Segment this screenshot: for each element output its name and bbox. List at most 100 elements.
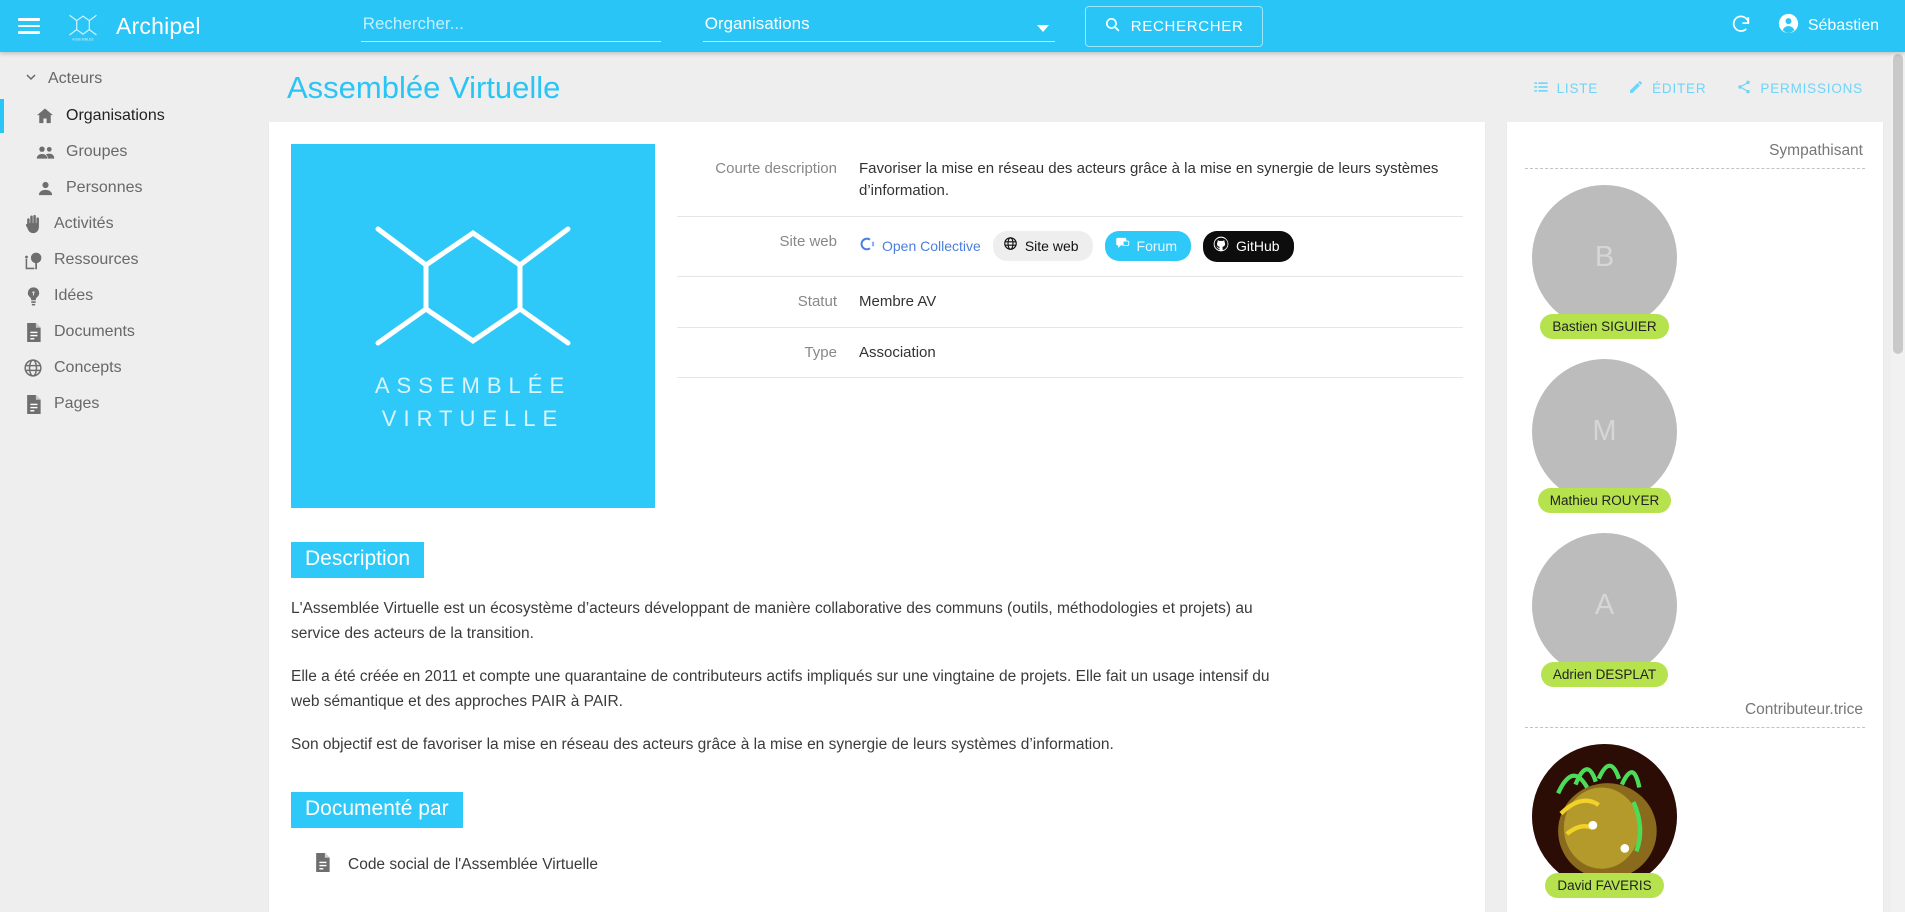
appbar-right-cluster: Sébastien bbox=[1730, 13, 1879, 40]
link-label: Site web bbox=[1024, 238, 1079, 254]
top-app-bar: ASSEMBLEE Archipel Organisations RECHERC… bbox=[0, 0, 1905, 52]
account-circle-icon bbox=[1778, 13, 1799, 39]
sidebar-group-acteurs[interactable]: Acteurs bbox=[0, 60, 245, 98]
open-collective-icon bbox=[859, 236, 875, 257]
svg-text:ASSEMBLEE: ASSEMBLEE bbox=[72, 37, 94, 41]
action-permissions[interactable]: PERMISSIONS bbox=[1736, 79, 1863, 98]
search-area bbox=[360, 10, 661, 42]
description-paragraph: L'Assemblée Virtuelle est un écosystème … bbox=[291, 600, 1253, 643]
page-action-bar: LISTE ÉDITER PERMISSIONS bbox=[1533, 79, 1863, 98]
sidebar-item-label: Groupes bbox=[66, 143, 128, 160]
avatar-initial: M bbox=[1592, 415, 1617, 447]
user-menu[interactable]: Sébastien bbox=[1778, 13, 1879, 39]
person-name-chip[interactable]: Mathieu ROUYER bbox=[1537, 488, 1672, 513]
search-scope-select[interactable]: Organisations bbox=[702, 10, 1055, 42]
action-liste[interactable]: LISTE bbox=[1533, 79, 1599, 98]
link-label: Forum bbox=[1136, 238, 1177, 254]
content-area: Assemblée Virtuelle LISTE ÉDITER PERMISS… bbox=[245, 52, 1905, 912]
sidebar-item-documents[interactable]: Documents bbox=[0, 314, 245, 350]
list-icon bbox=[1533, 79, 1549, 98]
search-button-label: RECHERCHER bbox=[1130, 17, 1244, 35]
main-card: ASSEMBLÉE VIRTUELLE Courte description F… bbox=[269, 122, 1485, 912]
sidebar-item-pages[interactable]: Pages bbox=[0, 386, 245, 422]
description-paragraph: Elle a été créée en 2011 et compte une q… bbox=[291, 668, 1270, 711]
info-row-type: Type Association bbox=[677, 328, 1463, 379]
search-scope-value[interactable]: Organisations bbox=[702, 10, 1055, 42]
pencil-icon bbox=[1628, 79, 1644, 98]
sidebar-item-label: Activités bbox=[54, 215, 114, 232]
section-title-description: Description bbox=[291, 542, 425, 578]
logo-line-2: VIRTUELLE bbox=[381, 406, 565, 431]
sidebar-item-label: Organisations bbox=[66, 107, 165, 124]
organisation-logo: ASSEMBLÉE VIRTUELLE bbox=[291, 144, 655, 508]
person-name-chip[interactable]: David FAVERIS bbox=[1545, 873, 1664, 898]
people-section-title: Contributeur.trice bbox=[1744, 701, 1863, 718]
hexagon-logo-icon: ASSEMBLEE bbox=[64, 7, 102, 45]
page-title: Assemblée Virtuelle bbox=[287, 70, 561, 105]
sidebar-item-personnes[interactable]: Personnes bbox=[0, 170, 245, 206]
action-permissions-label: PERMISSIONS bbox=[1760, 80, 1863, 96]
sidebar-nav-list: Organisations Groupes Personnes Activités Re… bbox=[0, 98, 245, 422]
info-value: Favoriser la mise en réseau des acteurs … bbox=[859, 160, 1439, 199]
info-row-statut: Statut Membre AV bbox=[677, 277, 1463, 328]
app-title: Archipel bbox=[116, 12, 201, 39]
globe-icon bbox=[12, 358, 54, 378]
external-links: Open Collective Site web Forum GitHub bbox=[859, 230, 1294, 262]
sidebar-item-activits[interactable]: Activités bbox=[0, 206, 245, 242]
search-input[interactable] bbox=[360, 10, 661, 42]
page-header: Assemblée Virtuelle LISTE ÉDITER PERMISS… bbox=[245, 52, 1905, 112]
sidebar-item-concepts[interactable]: Concepts bbox=[0, 350, 245, 386]
info-label: Courte description bbox=[715, 160, 837, 177]
page-scrollbar[interactable] bbox=[1891, 52, 1905, 912]
hand-icon bbox=[12, 213, 54, 235]
people-icon bbox=[24, 142, 66, 163]
link-open-collective[interactable]: Open Collective bbox=[859, 236, 981, 257]
logo-line-1: ASSEMBLÉE bbox=[374, 373, 572, 398]
content-columns: ASSEMBLÉE VIRTUELLE Courte description F… bbox=[245, 112, 1905, 912]
user-name: Sébastien bbox=[1807, 17, 1879, 34]
sidebar-item-label: Concepts bbox=[54, 359, 122, 376]
organisation-logo-text: ASSEMBLÉE VIRTUELLE bbox=[375, 369, 571, 435]
sidebar-item-groupes[interactable]: Groupes bbox=[0, 134, 245, 170]
sidebar-item-label: Pages bbox=[54, 395, 100, 412]
person-icon bbox=[24, 179, 66, 198]
person-name-chip[interactable]: Adrien DESPLAT bbox=[1540, 662, 1669, 687]
person-card[interactable]: A Adrien DESPLAT bbox=[1525, 533, 1685, 687]
forum-icon bbox=[1115, 236, 1130, 256]
refresh-icon[interactable] bbox=[1730, 13, 1752, 40]
sidebar-item-ressources[interactable]: Ressources bbox=[0, 242, 245, 278]
avatar bbox=[1532, 744, 1677, 889]
person-card[interactable]: David FAVERIS bbox=[1525, 744, 1685, 898]
lightbulb-icon bbox=[12, 286, 54, 307]
sidebar-item-label: Ressources bbox=[54, 251, 139, 268]
link-site-web[interactable]: Site web bbox=[992, 231, 1093, 262]
document-list-item[interactable]: Code social de l'Assemblée Virtuelle bbox=[313, 852, 1485, 878]
people-grid: B Bastien SIGUIER M Mathieu ROUYER A Adrien D… bbox=[1525, 185, 1866, 695]
sidebar-item-organisations[interactable]: Organisations bbox=[0, 98, 245, 134]
search-button[interactable]: RECHERCHER bbox=[1084, 5, 1263, 47]
link-github[interactable]: GitHub bbox=[1202, 230, 1294, 262]
document-icon bbox=[12, 322, 54, 343]
section-title-documente-par: Documenté par bbox=[291, 791, 463, 828]
share-icon bbox=[1736, 79, 1752, 98]
person-name-chip[interactable]: Bastien SIGUIER bbox=[1540, 314, 1669, 339]
avatar-initial: B bbox=[1594, 241, 1615, 273]
avatar: B bbox=[1532, 185, 1677, 330]
hamburger-menu-icon[interactable] bbox=[18, 14, 40, 38]
sidebar-group-label: Acteurs bbox=[48, 70, 103, 87]
people-section-title: Sympathisant bbox=[1769, 142, 1863, 159]
link-label: GitHub bbox=[1235, 238, 1280, 254]
page-scrollbar-thumb[interactable] bbox=[1893, 54, 1903, 354]
action-editer[interactable]: ÉDITER bbox=[1628, 79, 1706, 98]
person-card[interactable]: M Mathieu ROUYER bbox=[1525, 359, 1685, 513]
section-divider bbox=[1524, 168, 1865, 169]
document-icon bbox=[313, 852, 332, 878]
people-panel: Sympathisant B Bastien SIGUIER M Mathieu ROU… bbox=[1506, 122, 1883, 912]
sidebar-item-ides[interactable]: Idées bbox=[0, 278, 245, 314]
info-table: Courte description Favoriser la mise en … bbox=[677, 144, 1463, 508]
sidebar: Acteurs Organisations Groupes Personnes Act… bbox=[0, 52, 245, 912]
person-card[interactable]: B Bastien SIGUIER bbox=[1525, 185, 1685, 339]
link-forum[interactable]: Forum bbox=[1104, 231, 1191, 262]
top-region: ASSEMBLÉE VIRTUELLE Courte description F… bbox=[269, 144, 1485, 508]
info-label: Site web bbox=[779, 232, 837, 250]
